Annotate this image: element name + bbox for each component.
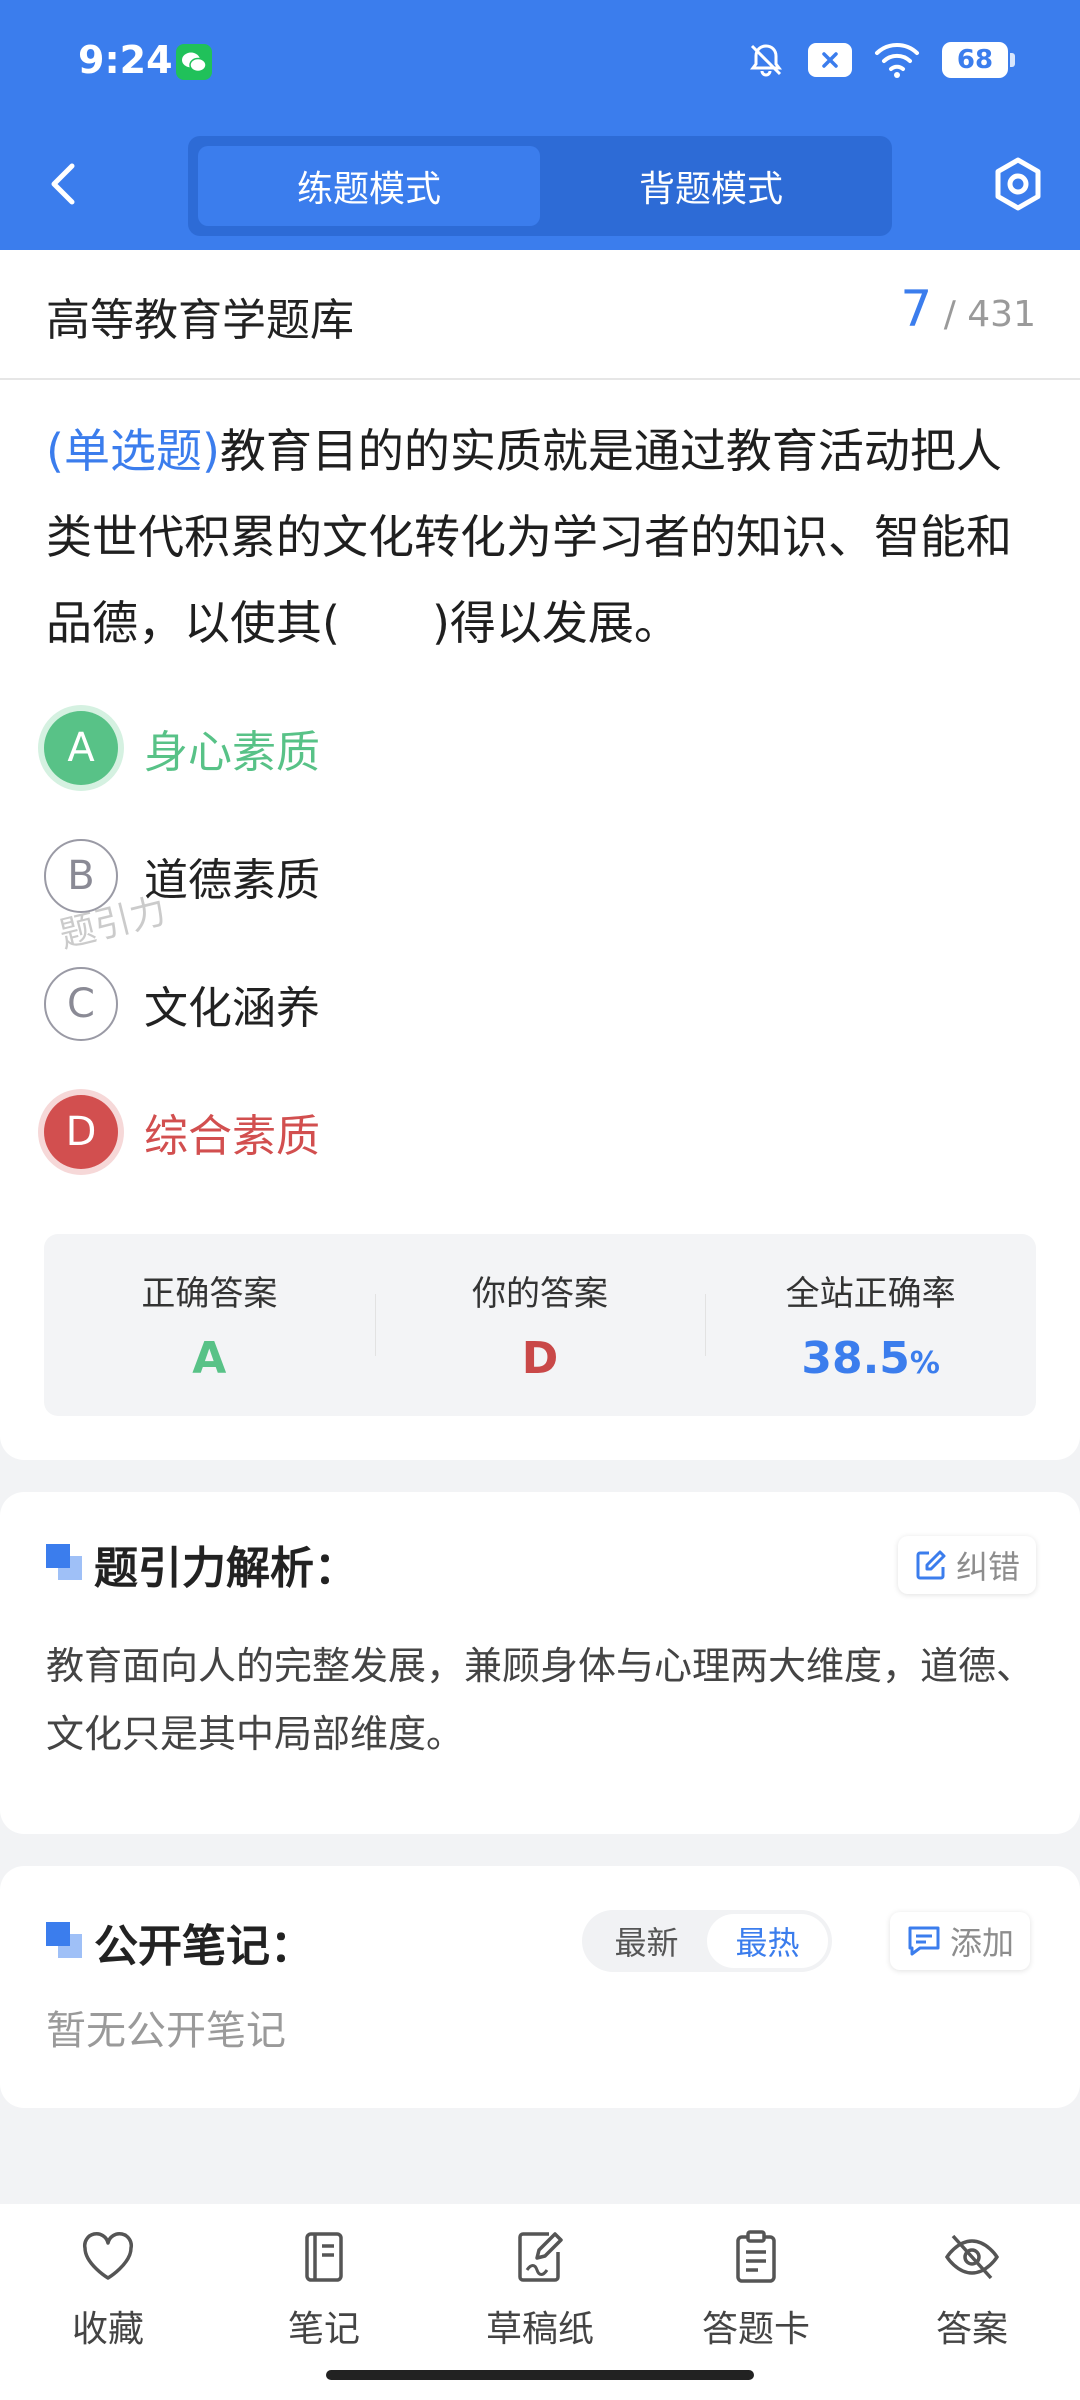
nav-favorite[interactable]: 收藏 [0,2204,216,2400]
edit-icon [916,1550,946,1580]
option-letter: C [44,967,118,1041]
your-answer-label: 你的答案 [472,1274,608,1314]
analysis-text: 教育面向人的完整发展，兼顾身体与心理两大维度，道德、文化只是其中局部维度。 [46,1644,1035,1756]
question-bank-bar: 高等教育学题库 7 / 431 [0,250,1080,380]
option-c[interactable]: C 文化涵养 [44,966,320,1042]
nav-show-answer-label: 答案 [935,2309,1008,2350]
accuracy-rate-unit: % [909,1346,940,1381]
wifi-icon [875,43,919,78]
current-question-number: 7 [900,280,933,338]
accuracy-rate-value: 38.5% [801,1333,940,1384]
option-label: 综合素质 [144,1111,320,1162]
sort-hottest[interactable]: 最热 [707,1914,828,1968]
accuracy-rate-label: 全站正确率 [785,1274,956,1314]
question-type: (单选题) [46,424,220,478]
bell-off-icon [750,44,782,77]
close-notification-icon [808,43,852,77]
public-notes-title: 公开笔记： [94,1921,314,1972]
correct-answer-stat: 正确答案 A [44,1234,375,1416]
correct-answer-value: A [192,1333,227,1384]
analysis-title: 题引力解析： [94,1543,358,1594]
accuracy-rate-number: 38.5 [801,1333,910,1384]
option-letter: A [44,711,118,785]
tab-practice-mode[interactable]: 练题模式 [198,146,540,226]
accuracy-rate-stat: 全站正确率 38.5% [705,1234,1036,1416]
question-card: (单选题)教育目的的实质就是通过教育活动把人类世代积累的文化转化为学习者的知识、… [0,380,1080,1460]
home-indicator[interactable] [326,2370,754,2380]
nav-show-answer[interactable]: 答案 [864,2204,1080,2400]
option-letter: D [44,1095,118,1169]
correct-answer-label: 正确答案 [141,1274,278,1314]
notes-sort-toggle: 最新 最热 [582,1910,832,1972]
eye-off-icon [944,2234,1000,2280]
nav-favorite-label: 收藏 [71,2309,144,2350]
your-answer-value: D [521,1333,559,1384]
question-stem: (单选题)教育目的的实质就是通过教育活动把人类世代积累的文化转化为学习者的知识、… [46,408,1036,666]
analysis-card: 题引力解析： 纠错 教育面向人的完整发展，兼顾身体与心理两大维度，道德、文化只是… [0,1492,1080,1834]
question-progress: 7 / 431 [900,280,1036,338]
nav-answer-sheet-label: 答题卡 [701,2309,810,2350]
report-error-button[interactable]: 纠错 [898,1536,1037,1594]
heart-icon [82,2232,134,2280]
option-label: 文化涵养 [144,983,320,1034]
wechat-notification-icon [176,44,212,80]
nav-draft-paper-label: 草稿纸 [485,2309,594,2350]
add-note-label: 添加 [950,1924,1015,1962]
option-label: 身心素质 [144,727,320,778]
settings-icon[interactable] [990,154,1046,214]
comment-icon [908,1926,940,1956]
option-a[interactable]: A 身心素质 [44,710,320,786]
section-icon [46,1922,82,1958]
no-notes-text: 暂无公开笔记 [46,2008,286,2054]
add-note-button[interactable]: 添加 [890,1912,1031,1970]
status-icons: 68 [746,40,1015,80]
answer-stats: 正确答案 A 你的答案 D 全站正确率 38.5% [44,1234,1036,1416]
status-time: 9:24 [78,38,173,82]
public-notes-card: 公开笔记： 最新 最热 添加 暂无公开笔记 [0,1866,1080,2108]
mode-switch: 练题模式 背题模式 [188,136,892,236]
your-answer-stat: 你的答案 D [374,1234,706,1416]
nav-notes-label: 笔记 [287,2309,360,2350]
progress-separator: / [943,294,956,335]
draft-paper-icon [518,2232,563,2282]
question-bank-title: 高等教育学题库 [46,295,354,346]
option-d[interactable]: D 综合素质 [44,1094,320,1170]
battery-icon: 68 [942,42,1015,78]
tab-recite-mode[interactable]: 背题模式 [540,146,882,226]
report-error-label: 纠错 [956,1548,1021,1586]
section-icon [46,1544,82,1580]
app-header: 9:24 68 练题模式 背题模式 [0,0,1080,250]
status-bar: 9:24 68 [0,0,1080,125]
sort-newest[interactable]: 最新 [586,1914,707,1968]
back-icon[interactable] [40,154,90,214]
clipboard-icon [736,2230,776,2283]
option-label: 道德素质 [144,855,320,906]
total-question-count: 431 [967,294,1036,335]
notebook-icon [305,2232,343,2282]
